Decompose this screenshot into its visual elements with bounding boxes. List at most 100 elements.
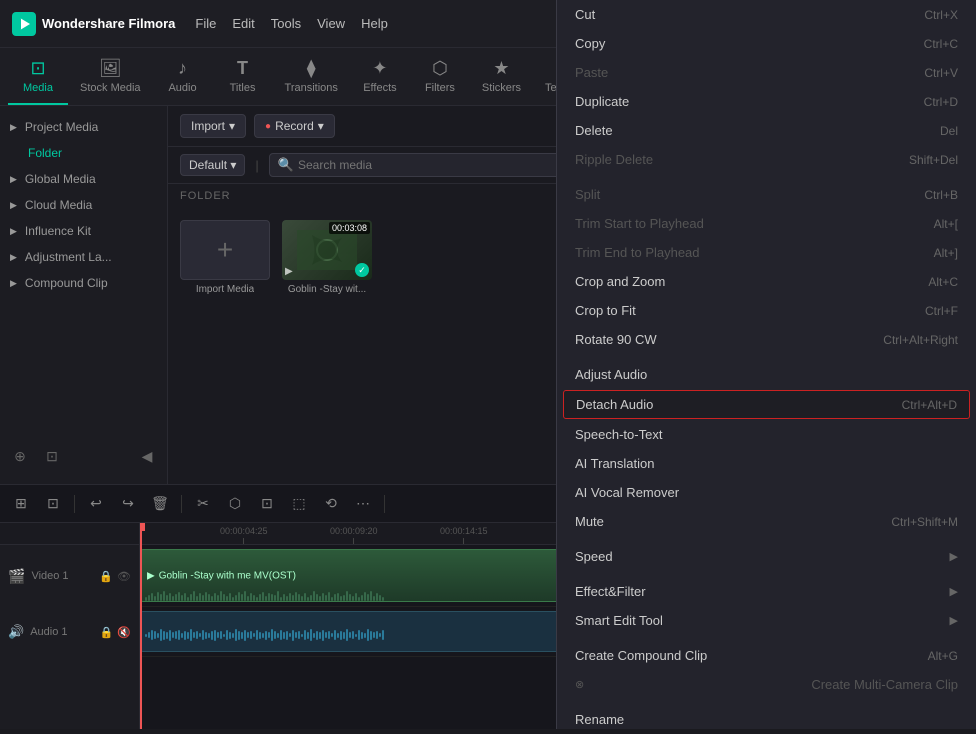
context-menu-cut[interactable]: Cut Ctrl+X [557,0,976,29]
context-menu-rotate[interactable]: Rotate 90 CW Ctrl+Alt+Right [557,325,976,354]
context-menu-delete[interactable]: Delete Del [557,116,976,145]
context-menu-smart-edit[interactable]: Smart Edit Tool ▶ [557,606,976,635]
context-menu-adjust-audio[interactable]: Adjust Audio [557,360,976,389]
multicam-disabled-icon: ⊗ [575,678,584,691]
track-labels-panel: 🎬 Video 1 🔒 👁 🔊 Audio 1 🔒 🔇 [0,523,140,729]
video-hide-button[interactable]: 👁 [117,570,131,583]
menu-tools[interactable]: Tools [271,16,301,31]
context-menu-ai-vocal[interactable]: AI Vocal Remover [557,478,976,507]
context-menu-duplicate[interactable]: Duplicate Ctrl+D [557,87,976,116]
context-menu-speech-text[interactable]: Speech-to-Text [557,420,976,449]
video-track-label: 🎬 Video 1 🔒 👁 [0,545,140,607]
chevron-right-icon-3: ▶ [10,200,17,211]
search-separator: | [255,158,258,173]
ruler-tick-2 [353,538,354,544]
view-label: Default [189,158,227,172]
toolbar-divider-2 [181,495,182,513]
media-icon: ⊡ [30,58,45,79]
menu-file[interactable]: File [195,16,216,31]
sidebar-compound-label: Compound Clip [25,276,108,290]
playhead-head [140,523,145,531]
menu-edit[interactable]: Edit [232,16,254,31]
import-media-thumb[interactable]: + [180,220,270,280]
speech-text-label: Speech-to-Text [575,427,662,442]
video-media-item[interactable]: 00:03:08 ▶ ✓ Goblin -Stay wit... [282,220,372,295]
context-menu-rename[interactable]: Rename [557,705,976,734]
context-menu-ai-translation[interactable]: AI Translation [557,449,976,478]
add-item-button[interactable]: ⊡ [40,444,64,468]
record-button[interactable]: ● Record ▾ [254,114,335,138]
search-input[interactable] [298,158,551,172]
tab-audio[interactable]: ♪ Audio [153,48,213,105]
more-button[interactable]: ⋯ [350,491,376,517]
rotate-button[interactable]: ⟲ [318,491,344,517]
crop-fit-shortcut: Ctrl+F [925,304,958,318]
sidebar-item-project-media[interactable]: ▶ Project Media [0,114,167,140]
video-play-icon: ▶ [285,266,293,277]
detach-audio-label: Detach Audio [576,397,653,412]
sidebar-item-compound-clip[interactable]: ▶ Compound Clip [0,270,167,296]
crop-button[interactable]: ⬡ [222,491,248,517]
undo-button[interactable]: ↩ [83,491,109,517]
sidebar-item-cloud-media[interactable]: ▶ Cloud Media [0,192,167,218]
tab-stickers[interactable]: ★ Stickers [470,48,533,105]
zoom-button[interactable]: ⊡ [254,491,280,517]
sidebar-item-adjustment[interactable]: ▶ Adjustment La... [0,244,167,270]
sidebar-bottom-controls: ⊕ ⊡ ◀ [0,436,167,476]
sidebar-item-influence-kit[interactable]: ▶ Influence Kit [0,218,167,244]
context-menu: Cut Ctrl+X Copy Ctrl+C Paste Ctrl+V Dupl… [556,0,976,729]
timeline-magnet-button[interactable]: ⊡ [40,491,66,517]
rename-label: Rename [575,712,624,727]
sidebar-item-global-media[interactable]: ▶ Global Media [0,166,167,192]
multicam-label: Create Multi-Camera Clip [811,677,958,692]
cut-button[interactable]: ✂ [190,491,216,517]
view-chevron-icon: ▾ [230,158,236,172]
transform-button[interactable]: ⬚ [286,491,312,517]
clip-name: Goblin -Stay with me MV(OST) [159,570,296,581]
video-thumb[interactable]: 00:03:08 ▶ ✓ [282,220,372,280]
context-menu-speed[interactable]: Speed ▶ [557,542,976,571]
import-media-item[interactable]: + Import Media [180,220,270,295]
playhead[interactable] [140,523,142,729]
menu-help[interactable]: Help [361,16,388,31]
sidebar-influence-label: Influence Kit [25,224,91,238]
video-check-icon: ✓ [355,263,369,277]
tab-media-label: Media [23,82,53,94]
context-menu-effect-filter[interactable]: Effect&Filter ▶ [557,577,976,606]
ruler-tick-1 [243,538,244,544]
context-menu-mute[interactable]: Mute Ctrl+Shift+M [557,507,976,536]
app-logo-icon [12,12,36,36]
audio-mute-button[interactable]: 🔇 [117,626,131,639]
toolbar-divider-3 [384,495,385,513]
filters-icon: ⬡ [432,58,448,79]
timeline-grid-button[interactable]: ⊞ [8,491,34,517]
context-menu-compound-clip[interactable]: Create Compound Clip Alt+G [557,641,976,670]
context-menu-crop-zoom[interactable]: Crop and Zoom Alt+C [557,267,976,296]
tab-effects[interactable]: ✦ Effects [350,48,410,105]
tab-filters[interactable]: ⬡ Filters [410,48,470,105]
view-select[interactable]: Default ▾ [180,154,245,176]
tab-media[interactable]: ⊡ Media [8,48,68,105]
context-menu-copy[interactable]: Copy Ctrl+C [557,29,976,58]
copy-shortcut: Ctrl+C [924,37,958,51]
context-menu-detach-audio[interactable]: Detach Audio Ctrl+Alt+D [563,390,970,419]
redo-button[interactable]: ↪ [115,491,141,517]
add-folder-button[interactable]: ⊕ [8,444,32,468]
delete-button[interactable]: 🗑 [147,491,173,517]
menu-view[interactable]: View [317,16,345,31]
tab-titles[interactable]: T Titles [213,48,273,105]
audio-lock-button[interactable]: 🔒 [100,626,114,639]
delete-shortcut: Del [940,124,958,138]
copy-label: Copy [575,36,605,51]
video-lock-button[interactable]: 🔒 [99,570,113,583]
context-menu-crop-fit[interactable]: Crop to Fit Ctrl+F [557,296,976,325]
video-track-icon: 🎬 [8,568,25,585]
tab-stock-media[interactable]: 🖼 Stock Media [68,48,153,105]
sidebar-item-folder[interactable]: Folder [0,140,167,166]
collapse-sidebar-button[interactable]: ◀ [135,444,159,468]
trim-end-label: Trim End to Playhead [575,245,700,260]
chevron-right-icon-5: ▶ [10,252,17,263]
import-button[interactable]: Import ▾ [180,114,246,138]
tab-transitions[interactable]: ⧫ Transitions [273,48,350,105]
effects-icon: ✦ [372,58,387,79]
